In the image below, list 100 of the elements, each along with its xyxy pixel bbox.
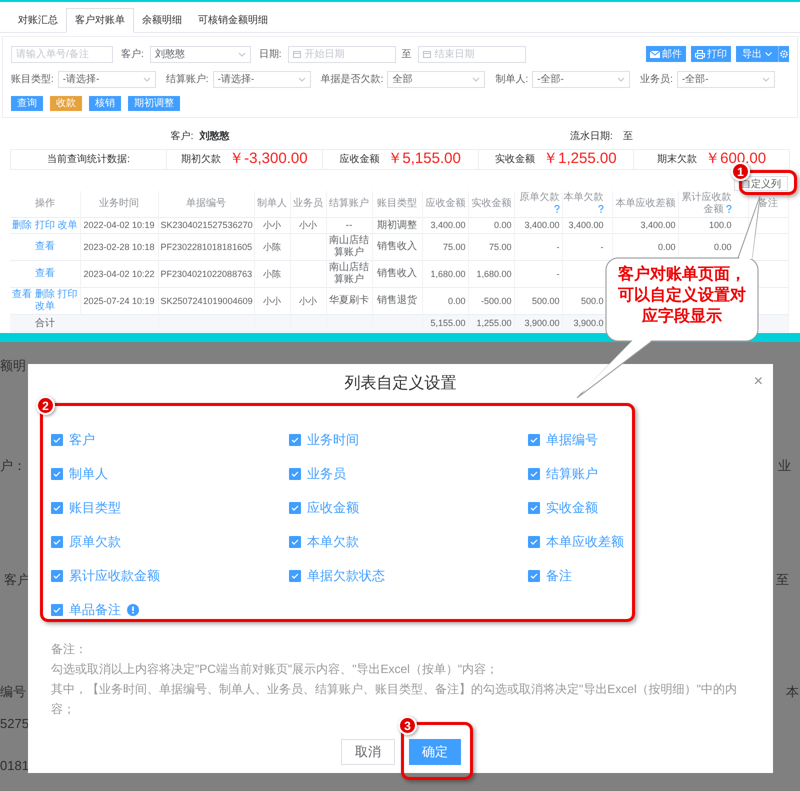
option-label[interactable]: 业务员 [307, 464, 346, 484]
column-header: 操作 [34, 198, 55, 209]
date-field[interactable]: 结束日期 [418, 46, 526, 62]
checkbox[interactable] [528, 536, 540, 548]
table-cell: -500.00 [480, 296, 512, 306]
column-header: 实收金额 [472, 198, 512, 209]
checkbox[interactable] [528, 502, 540, 514]
table-cell: PF2304021022088763 [160, 268, 252, 278]
close-button[interactable]: × [754, 374, 763, 390]
field-label: 日期: [258, 48, 282, 62]
table-link[interactable]: 查看 [34, 241, 55, 252]
option-label[interactable]: 业务时间 [307, 430, 359, 450]
checkbox[interactable] [528, 570, 540, 582]
stat-value: ￥5,155.00 [387, 149, 461, 170]
column-header: 备注 [758, 198, 778, 209]
action-button[interactable]: 核销 [89, 96, 121, 111]
table-link[interactable]: 改单 [34, 301, 55, 312]
field-label: 客户: [170, 130, 194, 144]
check-icon [530, 573, 538, 579]
chevron-icon [617, 76, 626, 82]
stat-value: ￥-3,300.00 [229, 149, 308, 170]
option-label[interactable]: 结算账户 [546, 464, 598, 484]
check-icon [53, 573, 61, 579]
checkbox[interactable] [289, 434, 301, 446]
table-link[interactable]: 删除 [12, 220, 32, 230]
table-cell: - [556, 242, 560, 252]
checkbox[interactable] [289, 502, 301, 514]
caret-icon [765, 52, 772, 56]
checkbox[interactable] [51, 604, 63, 616]
tab[interactable]: 对账汇总 [10, 8, 66, 33]
option-label[interactable]: 应收金额 [307, 498, 359, 518]
table-link[interactable]: 删除 [34, 289, 55, 300]
customize-columns-button[interactable]: 自定义列 [734, 176, 788, 191]
table-cell: SK2507241019004609 [160, 296, 253, 306]
select-field[interactable]: 刘憨憨 [150, 46, 251, 62]
checkbox[interactable] [51, 536, 63, 548]
stat-label: 期末欠款 [657, 152, 698, 167]
select-field[interactable]: -请选择- [58, 70, 156, 88]
option-label[interactable]: 本单应收差额 [546, 532, 624, 552]
option-label[interactable]: 单品备注 [69, 600, 121, 620]
check-icon [53, 505, 61, 511]
tab[interactable]: 可核销金额明细 [190, 8, 276, 33]
select-field[interactable]: 全部 [387, 70, 486, 88]
option-label[interactable]: 制单人 [69, 464, 108, 484]
option-label[interactable]: 原单欠款 [69, 532, 121, 552]
print-button[interactable]: 打印 [691, 46, 731, 62]
table-cell: 小小 [299, 296, 317, 306]
mail-button[interactable]: 邮件 [646, 46, 686, 62]
table-cell: 销售退货 [377, 295, 417, 306]
checkbox[interactable] [528, 434, 540, 446]
confirm-button[interactable]: 确定 [409, 739, 461, 765]
note-text: 勾选或取消以上内容将决定"PC端当前对账页"展示内容、"导出Excel（按单）"内容； [51, 661, 500, 678]
background-text: 5275 [0, 715, 29, 733]
table-link[interactable]: 打印 [34, 220, 55, 230]
select-field[interactable]: -全部- [532, 70, 630, 88]
checkbox[interactable] [51, 570, 63, 582]
checkbox[interactable] [289, 570, 301, 582]
date-field[interactable]: 开始日期 [288, 46, 396, 62]
action-button[interactable]: 收款 [50, 96, 82, 111]
select-field[interactable]: -请选择- [212, 70, 311, 88]
option-label[interactable]: 单据欠款状态 [307, 566, 385, 586]
option-label[interactable]: 累计应收款金额 [69, 566, 160, 586]
option-label[interactable]: 单据编号 [546, 430, 598, 450]
action-button[interactable]: 期初调整 [128, 96, 180, 111]
envelope-icon [650, 50, 660, 58]
checkbox[interactable] [51, 502, 63, 514]
table-cell: 75.00 [488, 242, 512, 252]
checkbox[interactable] [528, 468, 540, 480]
column-header: 制单人 [257, 198, 287, 209]
option-label[interactable]: 实收金额 [546, 498, 598, 518]
settings-button[interactable] [778, 46, 789, 62]
table-cell: 小小 [263, 296, 281, 306]
export-button[interactable]: 导出 [736, 46, 778, 62]
option-label[interactable]: 本单欠款 [307, 532, 359, 552]
table-cell: 1,680.00 [430, 268, 466, 278]
check-icon [530, 437, 538, 443]
column-header: 应收金额 [426, 198, 466, 209]
table-link[interactable]: 打印 [58, 289, 78, 300]
table-link[interactable]: 改单 [58, 220, 78, 230]
table-cell: SK2304021527536270 [160, 220, 253, 230]
search-field[interactable]: 请输入单号/备注 [11, 46, 113, 62]
table-link[interactable]: 查看 [34, 268, 55, 279]
checkbox[interactable] [289, 536, 301, 548]
column-header: 账目类型 [377, 198, 417, 209]
table-cell: 3,400.00 [640, 220, 676, 230]
cancel-button[interactable]: 取消 [341, 739, 395, 765]
table-link[interactable]: 查看 [12, 289, 32, 300]
checkbox[interactable] [51, 468, 63, 480]
checkbox[interactable] [51, 434, 63, 446]
option-label[interactable]: 客户 [69, 430, 95, 450]
select-field[interactable]: -全部- [676, 70, 775, 88]
table-cell: 2025-07-24 10:19 [83, 296, 155, 306]
checkbox[interactable] [289, 468, 301, 480]
table-cell: 1,255.00 [476, 318, 512, 328]
tab[interactable]: 余额明细 [134, 8, 190, 33]
check-icon [53, 437, 61, 443]
option-label[interactable]: 备注 [546, 566, 572, 586]
action-button[interactable]: 查询 [11, 96, 43, 111]
option-label[interactable]: 账目类型 [69, 498, 121, 518]
tab[interactable]: 客户对账单 [66, 8, 134, 33]
